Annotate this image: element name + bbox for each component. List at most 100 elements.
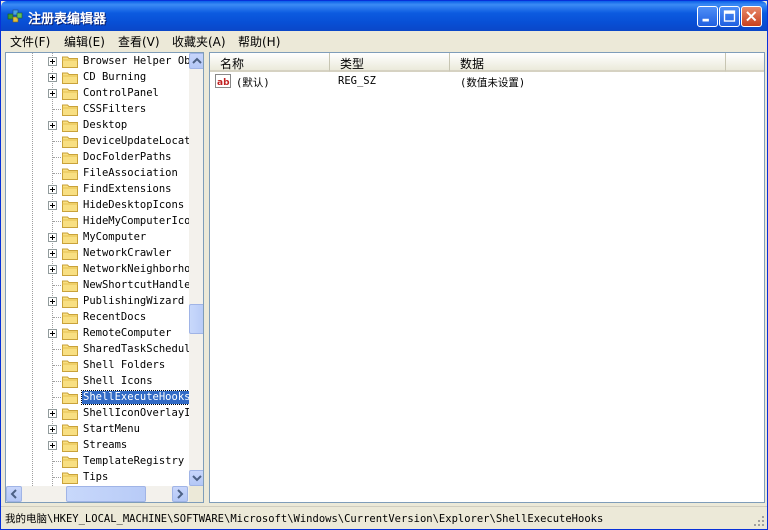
expand-plus-icon[interactable] [48, 57, 57, 66]
scroll-right-button[interactable] [172, 486, 188, 502]
tree-item[interactable]: TemplateRegistry [6, 454, 203, 470]
scroll-up-button[interactable] [189, 53, 203, 69]
tree-connector [53, 221, 61, 222]
expand-plus-icon[interactable] [48, 425, 57, 434]
tree-connector [53, 381, 61, 382]
regedit-icon [7, 9, 23, 23]
tree-item[interactable]: FileAssociation [6, 166, 203, 182]
expand-plus-icon[interactable] [48, 329, 57, 338]
resize-grip-icon[interactable] [753, 515, 765, 527]
tree-item-label: CSSFilters [83, 103, 147, 115]
tree-item[interactable]: RecentDocs [6, 310, 203, 326]
value-type: REG_SZ [338, 75, 376, 87]
tree-item[interactable]: HideDesktopIcons [6, 198, 203, 214]
minimize-icon [702, 18, 709, 22]
tree-item[interactable]: MyComputer [6, 230, 203, 246]
expand-plus-icon[interactable] [48, 409, 57, 418]
tree-item[interactable]: StartMenu [6, 422, 203, 438]
tree-item[interactable]: CD Burning [6, 70, 203, 86]
tree-item-label: FindExtensions [83, 183, 172, 195]
tree-item[interactable]: PublishingWizard [6, 294, 203, 310]
expand-plus-icon[interactable] [48, 265, 57, 274]
tree-item[interactable]: Shell Folders [6, 358, 203, 374]
folder-icon [62, 472, 78, 484]
tree-item-label: HideMyComputerIco [83, 215, 191, 227]
tree-item[interactable]: RemoteComputer [6, 326, 203, 342]
tree-item[interactable]: NetworkNeighborho [6, 262, 203, 278]
tree-connector [53, 397, 61, 398]
tree-item[interactable]: Browser Helper Ob [6, 54, 203, 70]
expand-plus-icon[interactable] [48, 233, 57, 242]
value-row[interactable]: ab (默认) REG_SZ (数值未设置) [210, 73, 764, 91]
folder-icon [62, 456, 78, 468]
folder-icon [62, 168, 78, 180]
folder-icon [62, 280, 78, 292]
tree-item[interactable]: CSSFilters [6, 102, 203, 118]
column-header-data[interactable]: 数据 [450, 53, 726, 72]
tree-item-label: ControlPanel [83, 87, 159, 99]
tree-item[interactable]: ShellIconOverlayI [6, 406, 203, 422]
folder-icon [62, 424, 78, 436]
tree-item[interactable]: ControlPanel [6, 86, 203, 102]
tree-item[interactable]: SharedTaskSchedul [6, 342, 203, 358]
status-bar: 我的电脑\HKEY_LOCAL_MACHINE\SOFTWARE\Microso… [1, 506, 767, 529]
window-title: 注册表编辑器 [28, 12, 107, 27]
folder-icon [62, 328, 78, 340]
maximize-button[interactable] [719, 6, 740, 27]
column-header-type[interactable]: 类型 [330, 53, 450, 72]
values-pane[interactable]: 名称 类型 数据 ab (默认) REG_SZ (数值未设置) [209, 52, 765, 503]
folder-icon [62, 408, 78, 420]
tree-item-label: CD Burning [83, 71, 147, 83]
expand-plus-icon[interactable] [48, 185, 57, 194]
folder-icon [62, 200, 78, 212]
menu-favorites[interactable]: 收藏夹(A) [172, 33, 226, 50]
tree-item[interactable]: Shell Icons [6, 374, 203, 390]
tree-item-label: RemoteComputer [83, 327, 172, 339]
menu-help[interactable]: 帮助(H) [238, 33, 280, 50]
tree-connector [53, 477, 61, 478]
tree-item[interactable]: DocFolderPaths [6, 150, 203, 166]
folder-icon [62, 440, 78, 452]
tree-item[interactable]: NetworkCrawler [6, 246, 203, 262]
tree-horizontal-scrollbar[interactable] [6, 486, 189, 502]
folder-icon [62, 216, 78, 228]
folder-icon [62, 136, 78, 148]
tree-item[interactable]: DeviceUpdateLocat [6, 134, 203, 150]
scroll-left-button[interactable] [6, 486, 22, 502]
minimize-button[interactable] [697, 6, 718, 27]
tree-item[interactable]: NewShortcutHandle [6, 278, 203, 294]
expand-plus-icon[interactable] [48, 249, 57, 258]
tree-item[interactable]: Tips [6, 470, 203, 486]
folder-icon [62, 104, 78, 116]
hscroll-thumb[interactable] [66, 486, 146, 502]
expand-plus-icon[interactable] [48, 201, 57, 210]
tree-item[interactable]: Streams [6, 438, 203, 454]
folder-icon [62, 56, 78, 68]
tree-connector [53, 285, 61, 286]
expand-plus-icon[interactable] [48, 297, 57, 306]
tree-item-label: TemplateRegistry [83, 455, 185, 467]
tree-vertical-scrollbar[interactable] [189, 53, 203, 486]
close-button[interactable] [741, 6, 762, 27]
column-header-name[interactable]: 名称 [210, 53, 330, 72]
expand-plus-icon[interactable] [48, 441, 57, 450]
tree-item-label: Browser Helper Ob [83, 55, 191, 67]
menu-edit[interactable]: 编辑(E) [64, 33, 105, 50]
tree-item[interactable]: FindExtensions [6, 182, 203, 198]
tree-item[interactable]: ShellExecuteHooks [6, 390, 203, 406]
tree-item[interactable]: HideMyComputerIco [6, 214, 203, 230]
tree-item[interactable]: Desktop [6, 118, 203, 134]
key-tree-pane[interactable]: Browser Helper Ob CD Burning ControlPanel C… [5, 52, 204, 503]
tree-item-label: Tips [83, 471, 109, 483]
regedit-window: 注册表编辑器 文件(F) 编辑(E) 查看(V) 收藏夹(A) 帮助(H) Br… [0, 0, 768, 530]
scroll-down-button[interactable] [189, 470, 203, 486]
expand-plus-icon[interactable] [48, 121, 57, 130]
menu-file[interactable]: 文件(F) [10, 33, 50, 50]
title-bar[interactable]: 注册表编辑器 [1, 1, 767, 31]
expand-plus-icon[interactable] [48, 73, 57, 82]
menu-view[interactable]: 查看(V) [118, 33, 160, 50]
folder-icon [62, 232, 78, 244]
tree-item-label: DocFolderPaths [83, 151, 172, 163]
expand-plus-icon[interactable] [48, 89, 57, 98]
scroll-thumb[interactable] [189, 304, 203, 334]
